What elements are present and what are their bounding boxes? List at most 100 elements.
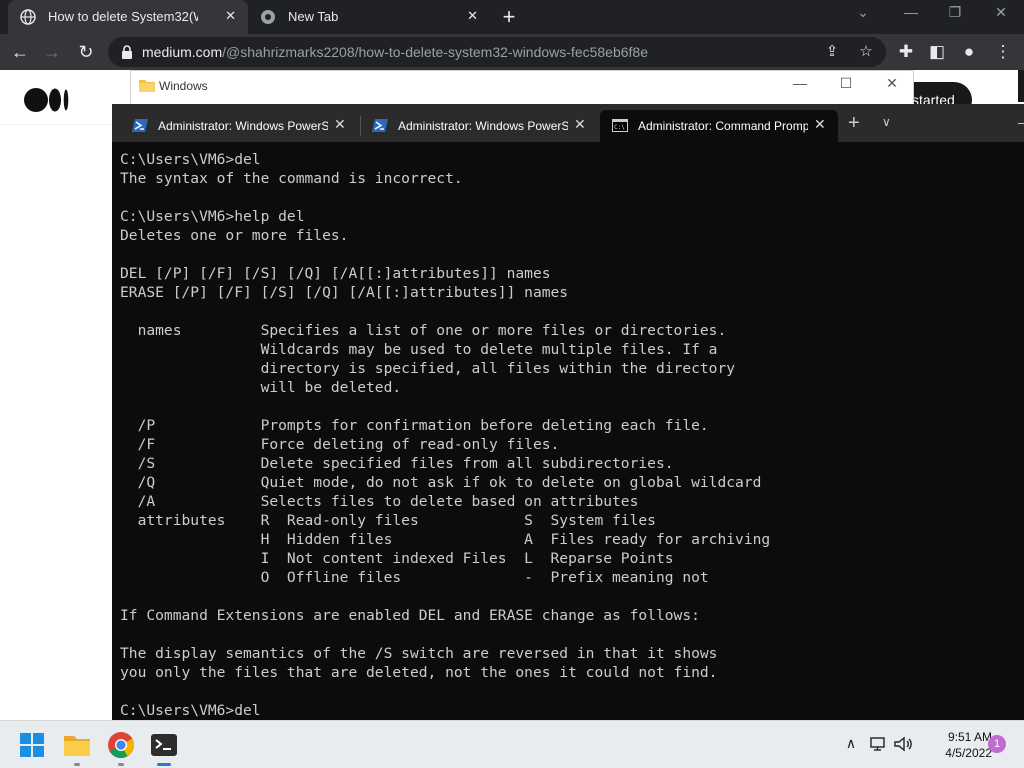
cmd-icon: C:\: [612, 119, 628, 132]
terminal-new-tab-button[interactable]: +: [848, 112, 864, 135]
console-line: /Q Quiet mode, do not ask if ok to delet…: [120, 474, 762, 491]
console-line: you only the files that are deleted, not…: [120, 664, 718, 681]
svg-text:C:\: C:\: [614, 124, 625, 131]
terminal-tab-label: Administrator: Windows PowerShell: [398, 119, 568, 133]
close-window-button[interactable]: ✕: [986, 4, 1016, 21]
console-line: C:\Users\VM6>help del: [120, 208, 305, 225]
browser-tab-title: New Tab: [288, 9, 339, 24]
terminal-minimize-button[interactable]: —: [1018, 114, 1024, 130]
browser-tab-new[interactable]: New Tab ✕: [248, 0, 490, 34]
share-icon[interactable]: ⇪: [824, 44, 840, 60]
console-line: ERASE [/P] [/F] [/S] [/Q] [/A[[:]attribu…: [120, 284, 569, 301]
powershell-icon: [132, 119, 148, 132]
lock-icon: [122, 45, 132, 59]
close-tab-icon[interactable]: ✕: [225, 8, 236, 24]
tab-search-icon[interactable]: ⌄: [848, 4, 878, 21]
close-tab-icon[interactable]: ✕: [334, 116, 346, 133]
globe-icon: [20, 9, 36, 25]
volume-icon[interactable]: [893, 736, 913, 752]
console-line: O Offline files - Prefix meaning not: [120, 569, 709, 586]
tray-overflow-chevron-icon[interactable]: ∧: [840, 735, 862, 752]
url-host: medium.com: [142, 44, 223, 60]
explorer-minimize-button[interactable]: —: [785, 75, 815, 91]
console-line: C:\Users\VM6>del: [120, 702, 261, 719]
console-line: The display semantics of the /S switch a…: [120, 645, 718, 662]
console-line: directory is specified, all files within…: [120, 360, 736, 377]
profile-avatar-icon[interactable]: ●: [958, 42, 980, 62]
close-tab-icon[interactable]: ✕: [574, 116, 586, 133]
side-panel-icon[interactable]: ◧: [926, 42, 948, 62]
console-line: attributes R Read-only files S System fi…: [120, 512, 656, 529]
console-line: The syntax of the command is incorrect.: [120, 170, 463, 187]
console-line: DEL [/P] [/F] [/S] [/Q] [/A[[:]attribute…: [120, 265, 551, 282]
terminal-tab-label: Administrator: Windows PowerShell: [158, 119, 328, 133]
url-path: /@shahrizmarks2208/how-to-delete-system3…: [222, 44, 648, 60]
browser-tab-title: How to delete System32(Window: [48, 9, 198, 24]
console-line: H Hidden files A Files ready for archivi…: [120, 531, 771, 548]
chrome-menu-icon[interactable]: ⋮: [992, 42, 1014, 62]
console-line: /A Selects files to delete based on attr…: [120, 493, 639, 510]
notification-badge[interactable]: 1: [988, 735, 1006, 753]
url-text: medium.com/@shahrizmarks2208/how-to-dele…: [142, 44, 648, 60]
address-bar[interactable]: medium.com/@shahrizmarks2208/how-to-dele…: [108, 37, 886, 67]
network-icon[interactable]: [870, 736, 888, 752]
console-line: I Not content indexed Files L Reparse Po…: [120, 550, 674, 567]
app-active-indicator: [157, 763, 171, 766]
folder-icon: [139, 80, 155, 92]
taskbar: ∧ 9:51 AM 4/5/2022 1: [0, 720, 1024, 768]
app-running-indicator: [118, 763, 124, 766]
reload-icon[interactable]: ↻: [74, 40, 98, 64]
browser-toolbar: ← → ↻ medium.com/@shahrizmarks2208/how-t…: [0, 34, 1024, 70]
terminal-window[interactable]: Administrator: Windows PowerShell ✕ Admi…: [112, 104, 1024, 720]
terminal-tab-powershell-1[interactable]: Administrator: Windows PowerShell ✕: [120, 110, 360, 142]
chevron-down-icon[interactable]: ∨: [882, 115, 891, 129]
clock-date: 4/5/2022: [945, 746, 992, 760]
browser-tab-active[interactable]: How to delete System32(Window ✕: [8, 0, 248, 34]
console-line: If Command Extensions are enabled DEL an…: [120, 607, 700, 624]
page-edge-strip: [1018, 70, 1024, 102]
forward-arrow-icon[interactable]: →: [40, 40, 64, 64]
file-explorer-icon[interactable]: [61, 729, 93, 761]
console-line: /F Force deleting of read-only files.: [120, 436, 560, 453]
explorer-close-button[interactable]: ✕: [877, 75, 907, 92]
console-line: /S Delete specified files from all subdi…: [120, 455, 674, 472]
explorer-maximize-button[interactable]: ☐: [831, 75, 861, 92]
console-line: Wildcards may be used to delete multiple…: [120, 341, 718, 358]
console-line: /P Prompts for confirmation before delet…: [120, 417, 709, 434]
console-line: will be deleted.: [120, 379, 402, 396]
close-tab-icon[interactable]: ✕: [814, 116, 826, 133]
browser-tab-strip: How to delete System32(Window ✕ New Tab …: [0, 0, 1024, 34]
file-explorer-window[interactable]: Windows — ☐ ✕: [130, 70, 914, 106]
system-clock[interactable]: 9:51 AM 4/5/2022: [918, 729, 992, 761]
terminal-tab-powershell-2[interactable]: Administrator: Windows PowerShell ✕: [360, 110, 600, 142]
restore-button[interactable]: ❐: [940, 4, 970, 21]
terminal-tab-bar: Administrator: Windows PowerShell ✕ Admi…: [112, 104, 1024, 142]
chrome-icon[interactable]: [105, 729, 137, 761]
close-tab-icon[interactable]: ✕: [467, 8, 478, 24]
extensions-puzzle-icon[interactable]: ✚: [895, 42, 917, 62]
terminal-tab-label: Administrator: Command Prompt: [638, 119, 808, 133]
start-icon[interactable]: [16, 729, 48, 761]
console-line: Deletes one or more files.: [120, 227, 349, 244]
app-running-indicator: [74, 763, 80, 766]
new-tab-button[interactable]: +: [496, 4, 522, 30]
medium-logo-icon[interactable]: [24, 88, 70, 112]
chrome-icon: [261, 10, 275, 24]
powershell-icon: [372, 119, 388, 132]
terminal-tab-cmd-active[interactable]: C:\ Administrator: Command Prompt ✕: [600, 110, 838, 142]
console-output[interactable]: C:\Users\VM6>del The syntax of the comman…: [120, 150, 770, 720]
minimize-button[interactable]: —: [896, 4, 926, 20]
bookmark-star-icon[interactable]: ☆: [858, 44, 874, 60]
clock-time: 9:51 AM: [947, 730, 992, 744]
console-line: C:\Users\VM6>del: [120, 151, 261, 168]
terminal-icon[interactable]: [148, 729, 180, 761]
explorer-title: Windows: [159, 79, 208, 93]
back-arrow-icon[interactable]: ←: [8, 40, 32, 64]
